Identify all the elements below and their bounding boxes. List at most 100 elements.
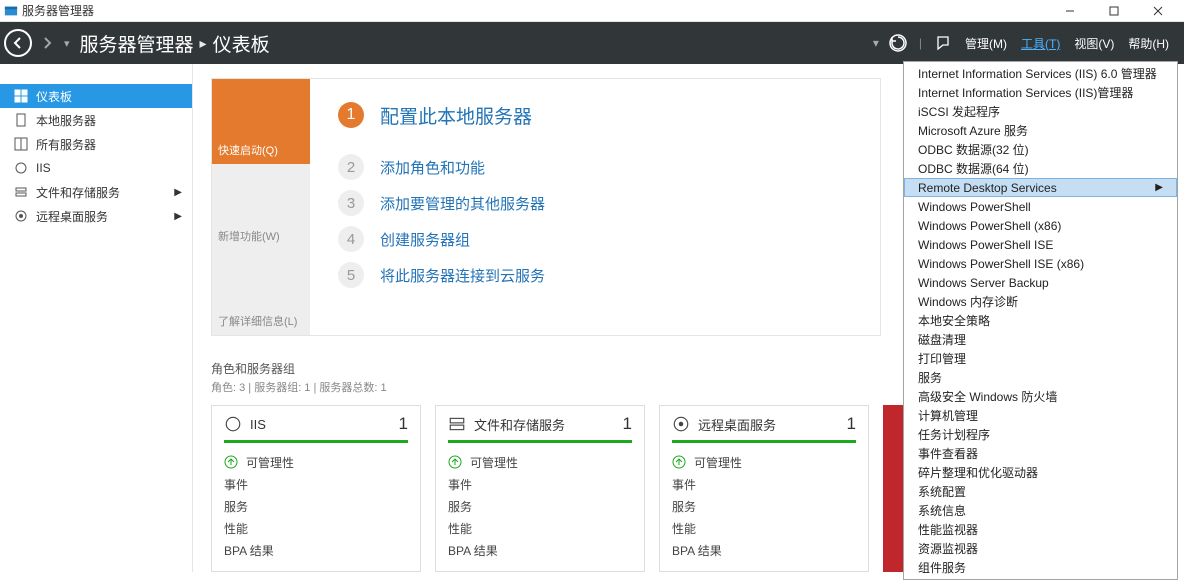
up-arrow-icon — [224, 455, 238, 469]
refresh-button[interactable] — [883, 28, 913, 58]
step-number: 5 — [338, 262, 364, 288]
menu-item[interactable]: Windows PowerShell — [904, 197, 1177, 216]
menu-item[interactable]: 服务 — [904, 368, 1177, 387]
remote-desktop-icon — [14, 209, 28, 223]
maximize-button[interactable] — [1092, 0, 1136, 22]
tile-row[interactable]: 事件 — [672, 473, 856, 495]
sidebar-item-all-servers[interactable]: 所有服务器 — [0, 132, 192, 156]
welcome-step-3[interactable]: 3 添加要管理的其他服务器 — [338, 185, 860, 221]
notifications-button[interactable] — [928, 28, 958, 58]
tile-row[interactable]: 性能 — [672, 517, 856, 539]
dropdown-chevron-icon[interactable]: ▾ — [873, 36, 879, 50]
minimize-button[interactable] — [1048, 0, 1092, 22]
tile-row[interactable]: BPA 结果 — [672, 539, 856, 561]
welcome-panel: 快速启动(Q) 新增功能(W) 了解详细信息(L) 1 配置此本地服务器 2 添… — [211, 78, 881, 336]
tile-row[interactable]: 事件 — [224, 473, 408, 495]
menu-item[interactable]: Windows PowerShell ISE — [904, 235, 1177, 254]
menu-item[interactable]: 打印管理 — [904, 349, 1177, 368]
tile-row[interactable]: 服务 — [224, 495, 408, 517]
menu-item[interactable]: iSCSI 发起程序 — [904, 102, 1177, 121]
menu-item[interactable]: ODBC 数据源(32 位) — [904, 140, 1177, 159]
servers-icon — [14, 137, 28, 151]
menu-manage[interactable]: 管理(M) — [958, 35, 1014, 52]
whats-new-tab[interactable]: 新增功能(W) — [212, 164, 310, 249]
iis-icon — [224, 415, 242, 433]
menu-item[interactable]: Windows PowerShell ISE (x86) — [904, 254, 1177, 273]
step-label: 配置此本地服务器 — [380, 102, 532, 129]
menu-item[interactable]: 高级安全 Windows 防火墙 — [904, 387, 1177, 406]
app-icon — [4, 4, 18, 18]
sidebar-item-remote-desktop[interactable]: 远程桌面服务 ▶ — [0, 204, 192, 228]
menu-item[interactable]: Internet Information Services (IIS) 6.0 … — [904, 64, 1177, 83]
menu-item[interactable]: 资源监视器 — [904, 539, 1177, 558]
menu-item[interactable]: Microsoft Azure 服务 — [904, 121, 1177, 140]
tile-row[interactable]: 性能 — [448, 517, 632, 539]
menu-item[interactable]: 计算机管理 — [904, 406, 1177, 425]
quick-start-tab[interactable]: 快速启动(Q) — [212, 79, 310, 164]
menu-item-remote-desktop-services[interactable]: Remote Desktop Services▶ — [904, 178, 1177, 197]
menu-item[interactable]: ODBC 数据源(64 位) — [904, 159, 1177, 178]
menu-item[interactable]: 碎片整理和优化驱动器 — [904, 463, 1177, 482]
tile-count: 1 — [399, 414, 408, 434]
welcome-step-4[interactable]: 4 创建服务器组 — [338, 221, 860, 257]
tile-row[interactable]: 可管理性 — [672, 451, 856, 473]
menu-item[interactable]: 本地安全策略 — [904, 311, 1177, 330]
tile-row[interactable]: BPA 结果 — [224, 539, 408, 561]
menu-item[interactable]: Windows 内存诊断 — [904, 292, 1177, 311]
welcome-step-1[interactable]: 1 配置此本地服务器 — [338, 97, 860, 133]
dropdown-chevron-icon[interactable]: ▾ — [64, 37, 70, 50]
sidebar-item-label: 仪表板 — [36, 88, 72, 105]
sidebar: 仪表板 本地服务器 所有服务器 IIS 文件和存储服务 ▶ 远程桌面服务 ▶ — [0, 64, 193, 572]
chevron-right-icon: ▸ — [200, 35, 207, 52]
step-number: 1 — [338, 102, 364, 128]
header: ▾ 服务器管理器 ▸ 仪表板 ▾ | 管理(M) 工具(T) 视图(V) 帮助(… — [0, 22, 1184, 64]
welcome-step-5[interactable]: 5 将此服务器连接到云服务 — [338, 257, 860, 293]
tile-iis[interactable]: IIS 1 可管理性 事件 服务 性能 BPA 结果 — [211, 405, 421, 572]
tile-title: IIS — [250, 417, 266, 432]
chevron-right-icon: ▶ — [174, 187, 182, 198]
tile-row[interactable]: BPA 结果 — [448, 539, 632, 561]
tile-count: 1 — [623, 414, 632, 434]
tile-row[interactable]: 性能 — [224, 517, 408, 539]
tile-row[interactable]: 服务 — [672, 495, 856, 517]
tile-row[interactable]: 可管理性 — [224, 451, 408, 473]
divider: | — [919, 36, 922, 50]
menu-tools[interactable]: 工具(T) — [1014, 35, 1067, 52]
menu-view[interactable]: 视图(V) — [1067, 35, 1121, 52]
learn-more-tab[interactable]: 了解详细信息(L) — [212, 250, 310, 335]
menu-item[interactable]: 系统配置 — [904, 482, 1177, 501]
close-button[interactable] — [1136, 0, 1180, 22]
tools-menu: Internet Information Services (IIS) 6.0 … — [903, 61, 1178, 580]
nav-forward-button[interactable] — [32, 28, 62, 58]
menu-item[interactable]: Windows PowerShell (x86) — [904, 216, 1177, 235]
menu-item[interactable]: 磁盘清理 — [904, 330, 1177, 349]
sidebar-item-dashboard[interactable]: 仪表板 — [0, 84, 192, 108]
breadcrumb-root[interactable]: 服务器管理器 — [80, 30, 194, 57]
menu-item[interactable]: 事件查看器 — [904, 444, 1177, 463]
title-bar: 服务器管理器 — [0, 0, 1184, 22]
tile-file-storage[interactable]: 文件和存储服务 1 可管理性 事件 服务 性能 BPA 结果 — [435, 405, 645, 572]
breadcrumb-page[interactable]: 仪表板 — [213, 30, 270, 57]
menu-help[interactable]: 帮助(H) — [1121, 35, 1176, 52]
sidebar-item-iis[interactable]: IIS — [0, 156, 192, 180]
menu-item[interactable]: 任务计划程序 — [904, 425, 1177, 444]
tile-row[interactable]: 服务 — [448, 495, 632, 517]
menu-item[interactable]: Internet Information Services (IIS)管理器 — [904, 83, 1177, 102]
welcome-step-2[interactable]: 2 添加角色和功能 — [338, 149, 860, 185]
sidebar-item-local-server[interactable]: 本地服务器 — [0, 108, 192, 132]
menu-item[interactable]: 组件服务 — [904, 558, 1177, 577]
menu-item[interactable]: Windows Server Backup — [904, 273, 1177, 292]
server-icon — [14, 113, 28, 127]
nav-back-button[interactable] — [4, 29, 32, 57]
tile-title: 文件和存储服务 — [474, 415, 565, 434]
tile-row[interactable]: 事件 — [448, 473, 632, 495]
dashboard-icon — [14, 89, 28, 103]
menu-item[interactable]: 系统信息 — [904, 501, 1177, 520]
tile-remote-desktop[interactable]: 远程桌面服务 1 可管理性 事件 服务 性能 BPA 结果 — [659, 405, 869, 572]
sidebar-item-label: 所有服务器 — [36, 136, 96, 153]
menu-item[interactable]: 性能监视器 — [904, 520, 1177, 539]
step-number: 3 — [338, 190, 364, 216]
breadcrumb: 服务器管理器 ▸ 仪表板 — [80, 30, 270, 57]
sidebar-item-file-storage[interactable]: 文件和存储服务 ▶ — [0, 180, 192, 204]
tile-row[interactable]: 可管理性 — [448, 451, 632, 473]
